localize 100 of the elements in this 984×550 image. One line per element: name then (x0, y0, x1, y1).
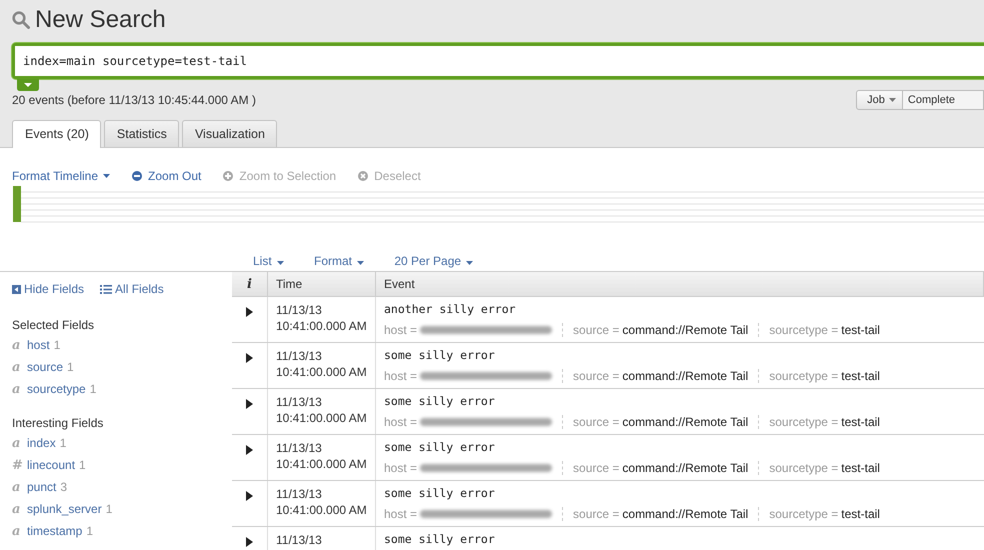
field-link[interactable]: splunk_server (27, 502, 102, 516)
collapse-panel-icon (12, 284, 21, 294)
field-link[interactable]: index (27, 436, 56, 450)
field-type-icon: a (12, 436, 27, 450)
event-field-key: source = (573, 507, 620, 521)
field-group-title: Interesting Fields (12, 416, 104, 430)
event-field-key: source = (573, 415, 620, 429)
job-status: Complete (902, 90, 984, 110)
event-date: 11/13/13 (276, 441, 322, 455)
event-time: 10:41:00.000 AM (276, 365, 367, 379)
event-field-value[interactable]: command://Remote Tail (622, 507, 748, 521)
event-date: 11/13/13 (276, 487, 322, 501)
expand-arrow-icon[interactable] (246, 491, 253, 501)
column-header: Time (268, 272, 376, 296)
event-count-summary: 20 events (before 11/13/13 10:45:44.000 AM ) (12, 93, 256, 107)
all-fields-link[interactable]: All Fields (100, 282, 164, 296)
field-count: 3 (60, 480, 68, 494)
field-type-icon: a (12, 480, 27, 494)
job-menu-button[interactable]: Job (856, 90, 903, 110)
event-field-key: sourcetype = (769, 415, 838, 429)
event-field-key: sourcetype = (769, 461, 838, 475)
field-count: 1 (90, 382, 96, 396)
field-type-icon: a (12, 502, 27, 516)
caret-icon (277, 260, 284, 264)
event-date: 11/13/13 (276, 395, 322, 409)
column-header: Event (376, 272, 984, 296)
field-type-icon: a (12, 360, 27, 374)
field-type-icon: a (12, 338, 27, 352)
dropdown-toggle-icon[interactable] (17, 79, 39, 91)
timeline-action-link[interactable]: Format Timeline (12, 166, 110, 186)
field-type-icon: # (12, 458, 27, 472)
caret-icon (103, 174, 110, 178)
expand-arrow-icon[interactable] (246, 537, 253, 547)
event-field-key: host = (384, 461, 418, 475)
event-time: 10:41:00.000 AM (276, 411, 367, 425)
event-field-value[interactable]: test-tail (841, 369, 880, 383)
event-field-key: host = (384, 369, 418, 383)
field-link[interactable]: source (27, 360, 64, 374)
field-link[interactable]: host (27, 338, 50, 352)
list-icon (100, 284, 112, 294)
field-type-icon: a (12, 382, 27, 396)
event-field-key: source = (573, 323, 620, 337)
event-field-value[interactable]: command://Remote Tail (622, 415, 748, 429)
event-date: 11/13/13 (276, 303, 322, 317)
expand-arrow-icon[interactable] (246, 307, 253, 317)
event-field-value[interactable]: command://Remote Tail (622, 461, 748, 475)
event-text: some silly error (384, 394, 495, 408)
field-count: 1 (79, 458, 86, 472)
minus-circle-icon (132, 171, 142, 181)
event-field-key: host = (384, 507, 418, 521)
view-option-menu[interactable]: List (253, 252, 284, 269)
event-time: 10:41:00.000 AM (276, 319, 367, 333)
event-field-value[interactable]: test-tail (841, 461, 880, 475)
event-text: some silly error (384, 532, 495, 546)
event-field-key: sourcetype = (769, 323, 838, 337)
field-count: 1 (54, 338, 60, 352)
info-column-header: i (232, 272, 268, 296)
hide-fields-link[interactable]: Hide Fields (12, 282, 84, 296)
tab[interactable]: Statistics (104, 120, 179, 147)
search-icon (12, 11, 30, 29)
field-type-icon: a (12, 524, 27, 538)
timeline-action-link[interactable]: Zoom Out (132, 166, 202, 186)
view-option-menu[interactable]: Format (314, 252, 364, 269)
tab[interactable]: Visualization (182, 120, 277, 147)
expand-arrow-icon[interactable] (246, 353, 253, 363)
event-field-key: host = (384, 323, 418, 337)
event-field-value[interactable]: test-tail (841, 415, 880, 429)
event-text: some silly error (384, 486, 495, 500)
page-title: New Search (35, 6, 166, 34)
event-time: 10:41:00.000 AM (276, 457, 367, 471)
field-link[interactable]: linecount (27, 458, 76, 472)
field-group-title: Selected Fields (12, 318, 96, 332)
field-count: 1 (106, 502, 112, 516)
event-field-key: sourcetype = (769, 507, 838, 521)
event-time: 10:41:00.000 AM (276, 503, 367, 517)
event-date: 11/13/13 (276, 533, 322, 547)
event-field-value[interactable]: test-tail (841, 323, 880, 337)
event-text: some silly error (384, 440, 495, 454)
field-link[interactable]: timestamp (27, 524, 82, 538)
caret-icon (466, 260, 474, 264)
event-text: some silly error (384, 348, 495, 362)
field-count: 1 (60, 436, 66, 450)
caret-icon (357, 260, 364, 264)
expand-arrow-icon[interactable] (246, 399, 253, 409)
event-field-value[interactable]: command://Remote Tail (622, 323, 748, 337)
close-circle-icon (358, 171, 368, 181)
event-text: another silly error (384, 302, 516, 316)
field-link[interactable]: punct (27, 480, 56, 494)
event-date: 11/13/13 (276, 349, 322, 363)
tab[interactable]: Events (20) (12, 120, 101, 148)
event-field-key: source = (573, 369, 620, 383)
expand-arrow-icon[interactable] (246, 445, 253, 455)
event-field-key: host = (384, 415, 418, 429)
field-link[interactable]: sourcetype (27, 382, 86, 396)
event-field-value[interactable]: test-tail (841, 507, 880, 521)
caret-icon (888, 98, 896, 102)
event-field-key: source = (573, 461, 620, 475)
plus-circle-icon (223, 171, 234, 181)
event-field-value[interactable]: command://Remote Tail (622, 369, 748, 383)
view-option-menu[interactable]: 20 Per Page (394, 252, 474, 269)
